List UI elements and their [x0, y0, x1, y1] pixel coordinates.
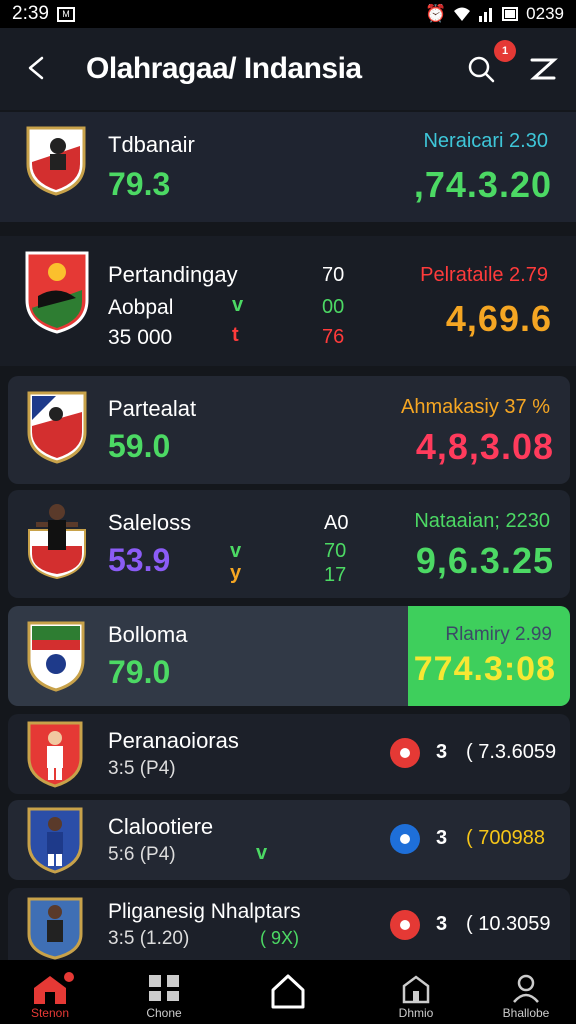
team-logo-icon: [390, 738, 420, 768]
nav-tab-home[interactable]: Stenon: [0, 960, 100, 1024]
team-crest-icon: [26, 126, 86, 196]
stat-value: 17: [324, 564, 347, 586]
building-icon: [402, 975, 430, 1004]
stat-value: 70: [322, 264, 345, 286]
odds-label: Neraicari 2.30: [423, 130, 548, 152]
nav-dot-indicator: [64, 972, 74, 982]
odds-label: Ahmakasiy 37 %: [401, 396, 550, 418]
highlight-odds-box[interactable]: Rlamiry 2.99 774.3:08: [408, 606, 570, 706]
team-card[interactable]: Clalootiere 5:6 (P4) v 3 ( 700988: [8, 800, 570, 880]
trend-down-icon: y: [230, 562, 242, 584]
alarm-icon: ⏰: [425, 4, 447, 23]
nav-label: Stenon: [30, 1006, 70, 1020]
team-card-selected[interactable]: Bolloma 79.0 Rlamiry 2.99 774.3:08: [8, 606, 570, 706]
odds-label: Nataaian; 2230: [414, 510, 550, 532]
nav-tab-matches[interactable]: Chone: [114, 960, 214, 1024]
status-clock-right: 0239: [526, 4, 564, 23]
notification-badge: 1: [494, 40, 516, 62]
trend-down-icon: t: [232, 324, 239, 346]
team-score: 59.0: [108, 428, 171, 464]
page-title: Olahragaa/ Indansia: [86, 52, 362, 85]
team-card[interactable]: Partealat 59.0 Ahmakasiy 37 % 4,8,3.08: [8, 376, 570, 484]
team-score: 79.3: [108, 166, 171, 202]
nav-tab-profile[interactable]: Bhallobe: [476, 960, 576, 1024]
odds-value: 4,69.6: [445, 298, 552, 339]
team-logo-icon: [390, 910, 420, 940]
nav-label: Chone: [146, 1006, 182, 1020]
odds-label: Rlamiry 2.99: [445, 624, 552, 645]
team-name: Tdbanair: [108, 132, 195, 157]
team-card[interactable]: Saleloss 53.9 v y A0 70 17 Nataaian; 223…: [8, 490, 570, 598]
battery-icon: [502, 7, 519, 21]
stat-value: 70: [324, 540, 347, 562]
team-score: 53.9: [108, 542, 171, 578]
match-result: 3:5 (P4): [108, 758, 176, 779]
nav-tab-center[interactable]: [238, 960, 338, 1024]
match-odds: ( 7.3.6059: [466, 741, 557, 763]
odds-value: 9,6.3.25: [415, 540, 554, 581]
odds-value: 774.3:08: [413, 650, 556, 688]
stat-value: 76: [322, 326, 345, 348]
nav-label: Bhallobe: [502, 1006, 550, 1020]
signal-icon: [479, 8, 493, 22]
carrier-icon: M: [56, 6, 75, 22]
team-name: Clalootiere: [108, 814, 214, 839]
house-outline-icon: [271, 974, 305, 1009]
trend-up-icon: v: [232, 294, 244, 316]
team-logo-icon: [390, 824, 420, 854]
trend-up-icon: v: [230, 540, 242, 562]
team-crest-icon: [27, 807, 83, 874]
grid-icon: [149, 975, 179, 1001]
team-name: Partealat: [108, 396, 197, 421]
match-subtitle: Aobpal: [108, 296, 174, 319]
team-card[interactable]: Peranaoioras 3:5 (P4) 3 ( 7.3.6059: [8, 714, 570, 794]
team-score: 79.0: [108, 654, 171, 690]
team-name: Saleloss: [108, 510, 192, 535]
match-attendance: 35 000: [108, 326, 173, 349]
team-crest-icon: [27, 391, 87, 464]
match-count: 3: [436, 827, 448, 849]
team-crest-icon: [27, 621, 85, 692]
search-icon[interactable]: [464, 52, 498, 86]
match-result: 5:6 (P4): [108, 844, 176, 865]
status-time: 2:39: [12, 3, 49, 24]
trend-mark: ( 9X): [260, 928, 300, 948]
match-title: Pertandingay: [108, 262, 238, 287]
nav-label: Dhmio: [398, 1006, 434, 1020]
team-crest-icon: [25, 251, 89, 334]
team-name: Bolloma: [108, 622, 188, 647]
stat-value: A0: [324, 512, 349, 534]
app-header: Olahragaa/ Indansia 1: [0, 28, 576, 110]
match-odds: ( 700988: [466, 827, 545, 849]
stat-value: 00: [322, 296, 345, 318]
status-bar: 2:39 M ⏰ 0239: [0, 0, 576, 28]
nav-tab-stats[interactable]: Dhmio: [366, 960, 466, 1024]
team-name: Pliganesig Nhalptars: [108, 900, 301, 923]
filter-icon[interactable]: [526, 52, 560, 86]
odds-value: 4,8,3.08: [415, 426, 554, 467]
odds-label: Pelrataile 2.79: [420, 264, 548, 286]
team-crest-icon: [27, 897, 83, 960]
wifi-icon: [454, 7, 471, 21]
match-result: 3:5 (1.20): [108, 928, 190, 949]
match-odds: ( 10.3059: [466, 913, 551, 935]
team-card[interactable]: Tdbanair 79.3 Neraicari 2.30 ,74.3.20: [0, 112, 576, 222]
team-crest-icon: [27, 721, 83, 788]
team-name: Peranaoioras: [108, 728, 239, 753]
user-icon: [513, 974, 539, 1003]
team-crest-icon: [28, 504, 86, 580]
team-card[interactable]: Pertandingay Aobpal 35 000 v t 70 00 76 …: [0, 236, 576, 366]
trend-mark: v: [256, 842, 268, 864]
match-count: 3: [436, 913, 448, 935]
odds-value: ,74.3.20: [413, 164, 552, 205]
team-card[interactable]: Pliganesig Nhalptars 3:5 (1.20) ( 9X) 3 …: [8, 888, 570, 960]
back-arrow-icon[interactable]: [18, 50, 54, 86]
match-count: 3: [436, 741, 448, 763]
